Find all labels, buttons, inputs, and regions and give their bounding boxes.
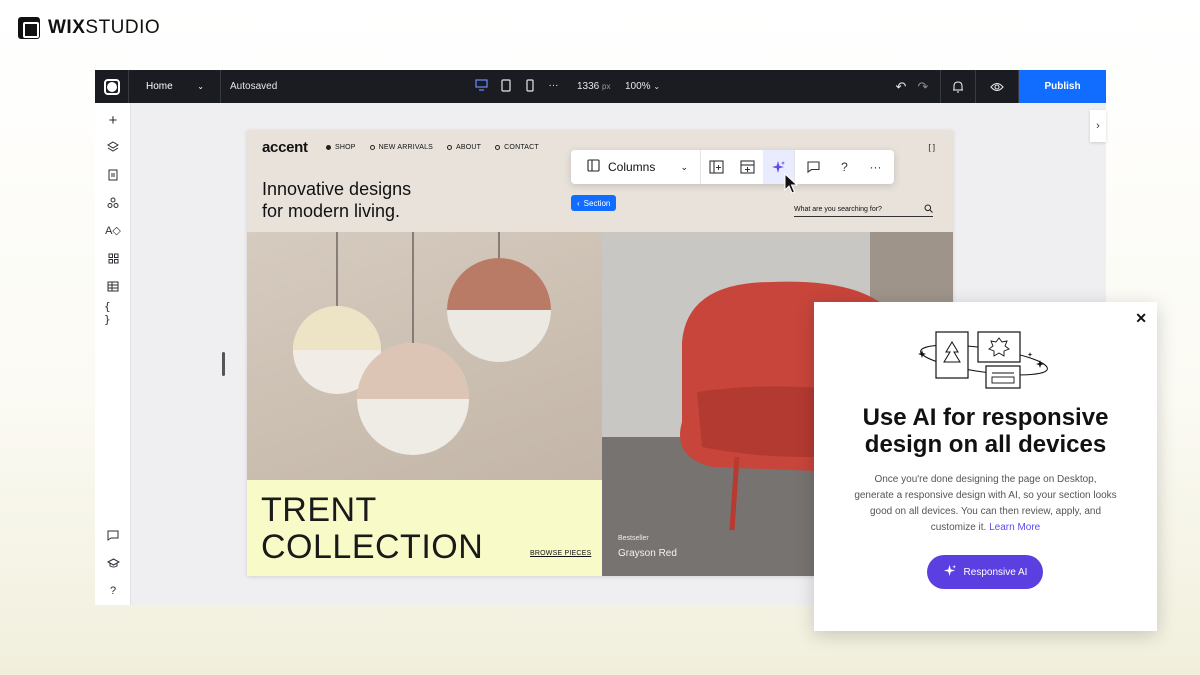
design-fonts-icon[interactable]: A◇ — [104, 221, 122, 239]
modal-title-line: design on all devices — [864, 431, 1107, 458]
autosave-status: Autosaved — [230, 81, 278, 92]
mobile-icon[interactable] — [523, 78, 536, 92]
bullet-icon — [326, 145, 331, 150]
collection-title-line: TRENT — [261, 491, 377, 529]
pendant-lamps-illustration — [293, 232, 551, 455]
product-tag: Bestseller — [618, 535, 649, 542]
resize-handle[interactable] — [222, 352, 225, 376]
lamp-image-panel[interactable]: TRENT COLLECTION BROWSE PIECES — [247, 232, 602, 576]
canvas-width: 1336 px — [577, 81, 610, 92]
zoom-selector[interactable]: 100% ⌄ — [625, 81, 660, 92]
bullet-icon — [495, 145, 501, 150]
divider — [940, 70, 941, 103]
add-section-icon[interactable] — [732, 150, 763, 184]
device-switcher: ··· — [475, 78, 560, 92]
studio-menu-icon[interactable] — [95, 70, 129, 103]
nav-label: NEW ARRIVALS — [378, 144, 434, 151]
layers-icon[interactable] — [104, 138, 122, 156]
section-badge-label: Section — [583, 198, 611, 208]
page-selector-label: Home — [146, 81, 173, 92]
desktop-icon[interactable] — [475, 78, 488, 92]
collection-banner: TRENT COLLECTION BROWSE PIECES — [247, 480, 602, 576]
bullet-icon — [447, 145, 453, 150]
nav-item-shop[interactable]: SHOP — [326, 144, 356, 151]
responsive-devices-illustration — [918, 331, 1048, 389]
nav-item-contact[interactable]: CONTACT — [495, 144, 539, 151]
search-icon — [924, 204, 933, 215]
browse-pieces-link[interactable]: BROWSE PIECES — [530, 550, 591, 557]
nav-item-new-arrivals[interactable]: NEW ARRIVALS — [369, 144, 434, 151]
search-placeholder: What are you searching for? — [794, 205, 882, 213]
chevron-down-icon: ⌄ — [680, 161, 688, 172]
columns-icon — [587, 159, 600, 175]
help-icon[interactable]: ? — [104, 582, 122, 600]
learn-graduation-icon[interactable] — [104, 554, 122, 572]
chevron-down-icon: ⌄ — [197, 82, 204, 91]
ai-sparkle-icon — [943, 564, 957, 581]
headline-line: for modern living. — [262, 201, 401, 221]
nav-label: CONTACT — [504, 144, 539, 151]
topbar-actions: ↶ ↷ — [890, 70, 1019, 103]
chevron-left-icon: ‹ — [577, 198, 580, 208]
mouse-cursor-icon — [784, 173, 798, 194]
chat-icon[interactable] — [104, 526, 122, 544]
site-nav: SHOP NEW ARRIVALS ABOUT CONTACT — [326, 144, 539, 151]
comment-icon[interactable] — [798, 150, 829, 184]
product-name: Grayson Red — [618, 548, 677, 559]
cms-table-icon[interactable] — [104, 277, 122, 295]
editor-left-toolbar: + A◇ { } ? — [95, 103, 131, 605]
section-floating-toolbar: Columns ⌄ ? ··· — [571, 150, 894, 184]
responsive-ai-button[interactable]: Responsive AI — [927, 555, 1043, 589]
more-options-icon[interactable]: ··· — [860, 150, 891, 184]
site-search-input[interactable]: What are you searching for? — [794, 202, 933, 217]
add-column-icon[interactable] — [701, 150, 732, 184]
wix-logo-icon — [18, 17, 40, 39]
components-icon[interactable] — [104, 194, 122, 212]
help-icon[interactable]: ? — [829, 150, 860, 184]
canvas-width-unit: px — [602, 82, 611, 91]
bell-icon[interactable] — [947, 70, 969, 103]
section-badge[interactable]: ‹ Section — [571, 195, 617, 211]
editor-topbar: Home ⌄ Autosaved ··· 1336 px 100% ⌄ ↶ ↷ … — [95, 70, 1106, 103]
close-icon[interactable]: ✕ — [1135, 310, 1147, 327]
apps-icon[interactable] — [104, 249, 122, 267]
modal-title: Use AI for responsive design on all devi… — [814, 404, 1157, 458]
tablet-icon[interactable] — [499, 78, 512, 92]
modal-title-line: Use AI for responsive — [862, 404, 1109, 431]
collection-title: TRENT COLLECTION — [261, 492, 483, 566]
nav-label: SHOP — [335, 144, 356, 151]
wix-studio-logo: WIXSTUDIO — [18, 17, 160, 39]
more-breakpoints-icon[interactable]: ··· — [547, 78, 560, 92]
page-selector[interactable]: Home ⌄ — [129, 70, 221, 103]
modal-description-text: Once you're done designing the page on D… — [854, 474, 1117, 533]
brand-text: WIXSTUDIO — [48, 17, 161, 38]
responsive-ai-modal: ✕ Use AI for responsive design on all de… — [814, 302, 1157, 631]
canvas-width-value: 1336 — [577, 81, 600, 92]
headline-line: Innovative designs — [262, 179, 412, 199]
zoom-value: 100% — [625, 81, 651, 92]
preview-eye-icon[interactable] — [982, 70, 1012, 103]
modal-description: Once you're done designing the page on D… — [854, 472, 1117, 536]
redo-icon[interactable]: ↷ — [912, 70, 934, 103]
undo-icon[interactable]: ↶ — [890, 70, 912, 103]
responsive-ai-label: Responsive AI — [963, 566, 1028, 578]
site-headline: Innovative designs for modern living. — [262, 178, 411, 222]
chevron-down-icon: ⌄ — [653, 82, 661, 91]
learn-more-link[interactable]: Learn More — [989, 522, 1040, 533]
code-braces-icon[interactable]: { } — [104, 300, 122, 326]
collection-title-line: COLLECTION — [261, 528, 484, 566]
pages-icon[interactable] — [104, 166, 122, 184]
columns-dropdown[interactable]: Columns ⌄ — [571, 150, 701, 184]
nav-label: ABOUT — [456, 144, 482, 151]
expand-brackets-icon[interactable]: [ ] — [928, 143, 935, 152]
expand-right-panel-button[interactable]: › — [1090, 110, 1106, 142]
publish-button[interactable]: Publish — [1019, 70, 1106, 103]
columns-label: Columns — [608, 160, 656, 174]
divider — [975, 70, 976, 103]
add-elements-icon[interactable]: + — [104, 111, 122, 129]
site-logo[interactable]: accent — [262, 139, 308, 156]
nav-item-about[interactable]: ABOUT — [447, 144, 481, 151]
bullet-icon — [369, 145, 375, 150]
